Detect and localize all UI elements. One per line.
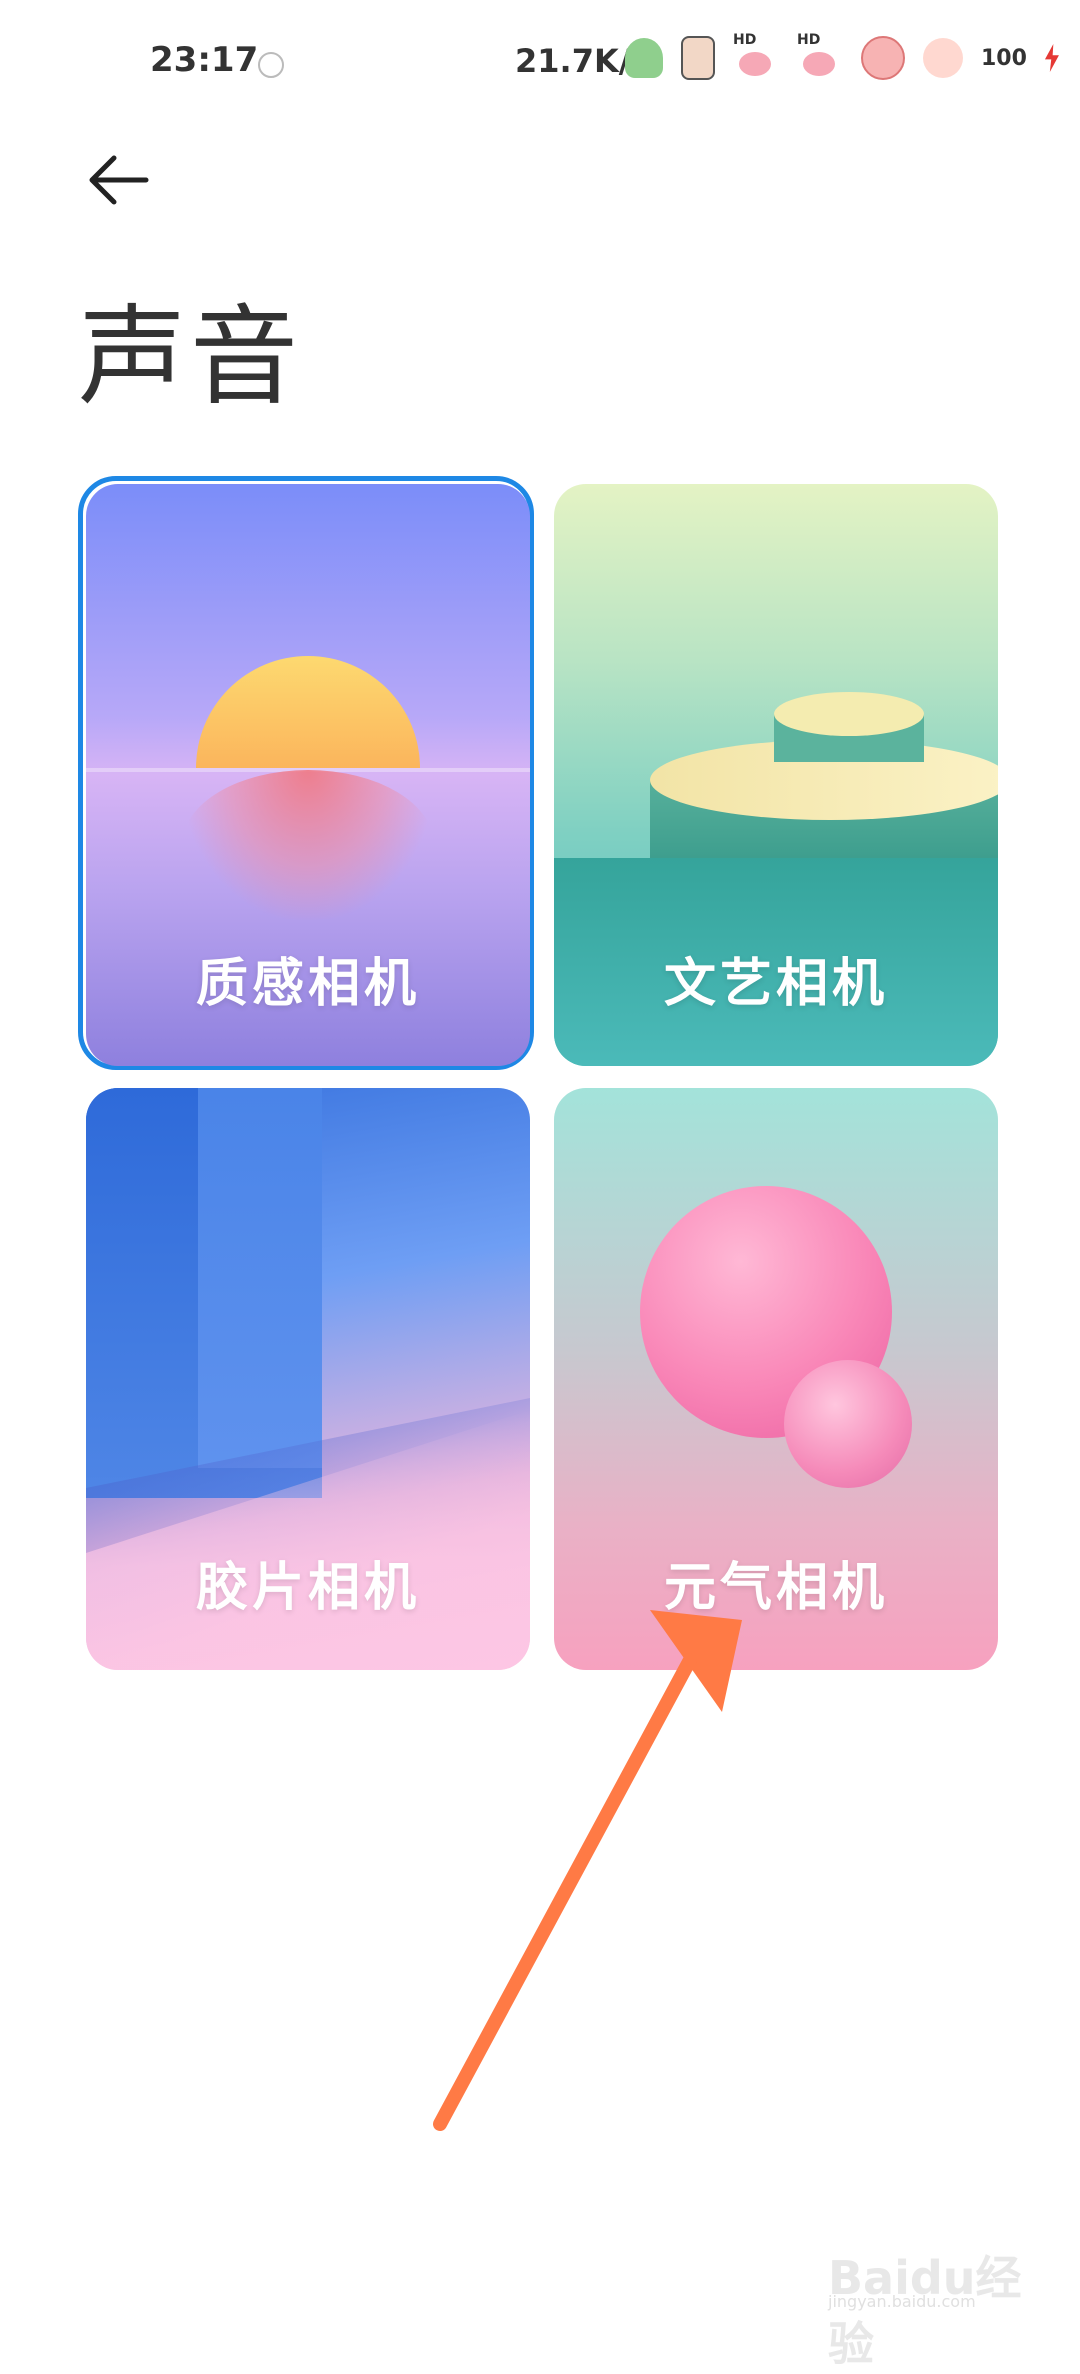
sun-reflection <box>182 770 434 920</box>
card-vitality-camera[interactable]: 元气相机 <box>554 1088 998 1670</box>
small-sphere-illustration <box>784 1360 912 1488</box>
card-label: 质感相机 <box>195 954 420 1014</box>
arrow-left-icon <box>89 155 149 205</box>
disc-top-illustration <box>774 692 924 736</box>
page-title: 声音 <box>78 295 303 420</box>
status-bar: 23:17 21.7K/s 100 <box>0 0 1080 120</box>
peach-icon <box>923 38 963 78</box>
hd-signal-icon-2 <box>797 32 843 78</box>
card-label: 文艺相机 <box>663 954 888 1014</box>
wifi-icon <box>861 36 905 80</box>
card-label: 胶片相机 <box>195 1558 420 1618</box>
watermark-url: jingyan.baidu.com <box>828 2292 976 2311</box>
charging-icon <box>1044 44 1059 72</box>
baidu-watermark: Baidu经验 jingyan.baidu.com <box>828 2230 1028 2371</box>
battery-level: 100 <box>981 45 1027 71</box>
back-button[interactable] <box>84 150 154 210</box>
card-texture-camera[interactable]: 质感相机 <box>86 484 530 1066</box>
card-artistic-camera[interactable]: 文艺相机 <box>554 484 998 1066</box>
frog-icon <box>625 38 663 78</box>
notification-icon <box>258 52 284 78</box>
status-time: 23:17 <box>150 40 259 80</box>
card-label: 元气相机 <box>663 1558 888 1618</box>
wall-edge-illustration <box>198 1088 322 1468</box>
status-icons: 100 <box>625 32 1059 80</box>
hd-signal-icon <box>733 32 779 78</box>
phone-icon <box>681 36 715 80</box>
card-film-camera[interactable]: 胶片相机 <box>86 1088 530 1670</box>
